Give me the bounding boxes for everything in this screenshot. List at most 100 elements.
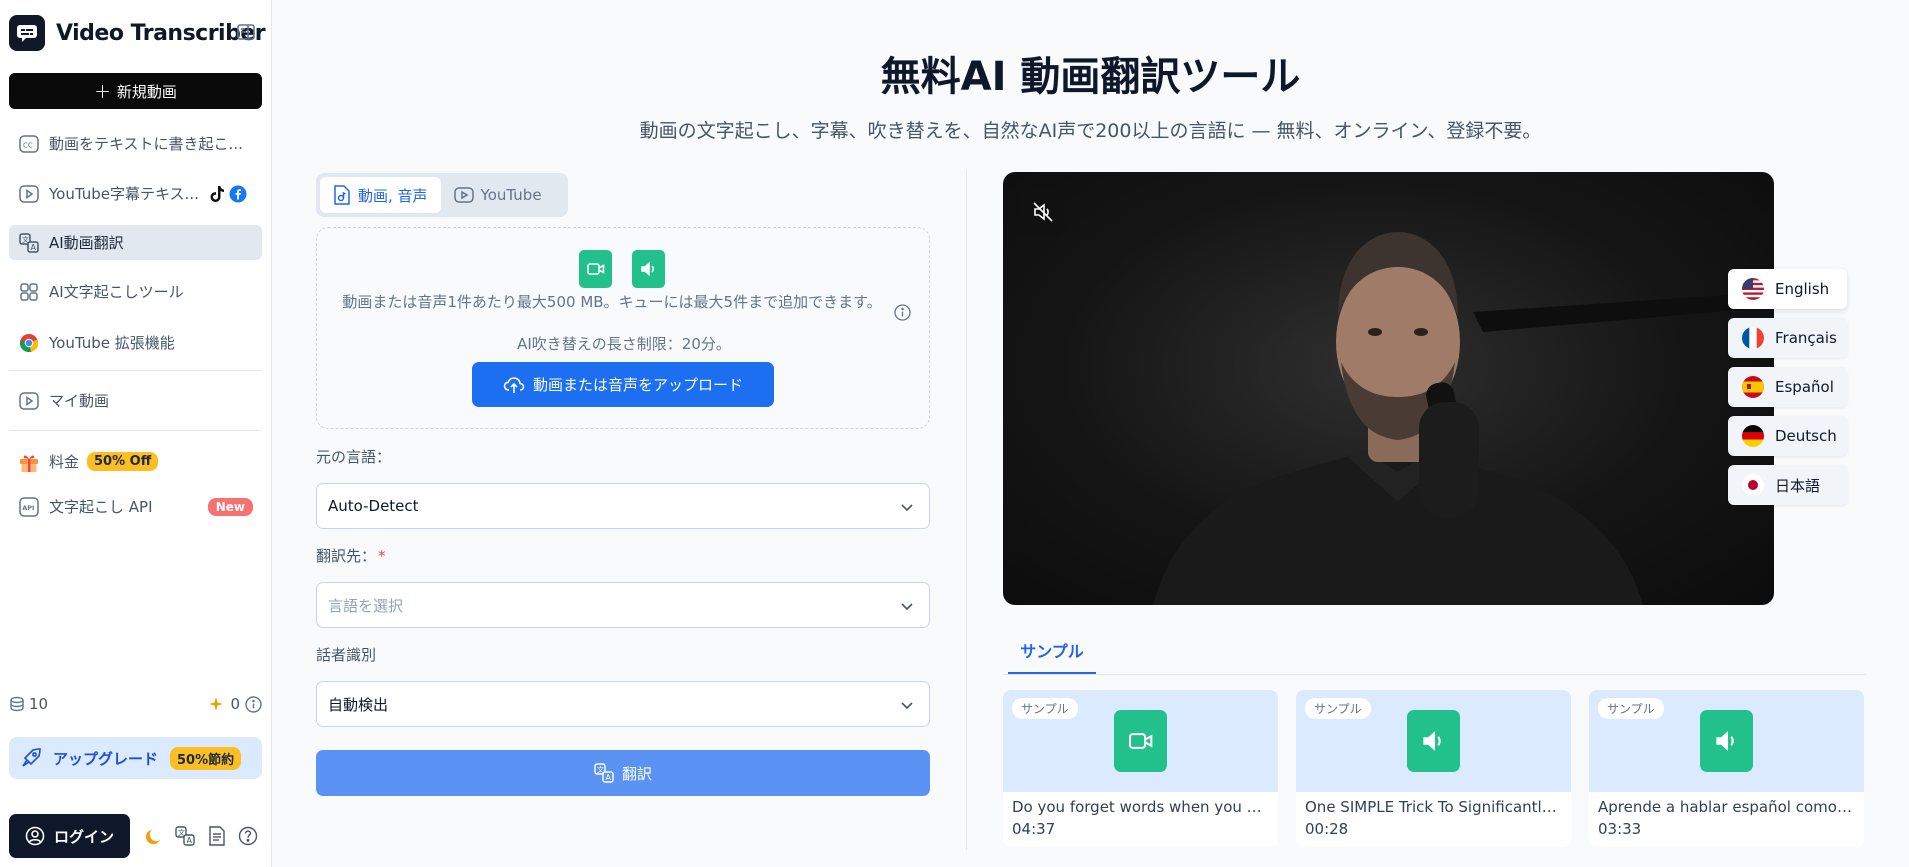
sidebar-item-youtube-extension[interactable]: YouTube 拡張機能	[9, 325, 262, 360]
tab-samples[interactable]: サンプル	[1008, 638, 1096, 674]
upload-dropzone[interactable]: 動画または音声1件あたり最大500 MB。キューには最大5件まで追加できます。 …	[316, 227, 930, 429]
sidebar-footer: ログイン 文A	[9, 814, 262, 858]
page-subtitle: 動画の文字起こし、字幕、吹き替えを、自然なAI声で200以上の言語に — 無料、…	[639, 120, 1542, 142]
file-audio-icon	[334, 185, 350, 205]
language-option-english[interactable]: English	[1728, 269, 1847, 309]
bonus-count: 0	[230, 695, 240, 713]
info-icon[interactable]	[894, 304, 911, 325]
tab-label: 動画, 音声	[358, 186, 428, 205]
language-option-spanish[interactable]: Español	[1728, 367, 1847, 407]
svg-text:CC: CC	[23, 141, 33, 149]
video-file-icon	[18, 390, 40, 412]
gift-icon	[18, 451, 40, 473]
translate-button-label: 翻訳	[621, 764, 652, 783]
svg-text:API: API	[22, 504, 34, 512]
svg-text:文: 文	[22, 235, 29, 244]
speaker-detection-value: 自動検出	[328, 695, 389, 714]
api-icon: API	[18, 496, 40, 518]
credits-count: 10	[29, 695, 49, 713]
page-title: 無料AI 動画翻訳ツール	[880, 54, 1301, 100]
spain-flag-icon	[1742, 376, 1764, 398]
language-label: Deutsch	[1775, 427, 1837, 445]
moon-icon[interactable]	[140, 822, 168, 850]
app-logo-icon	[9, 15, 45, 51]
sample-card[interactable]: サンプル Aprende a hablar español como un...…	[1589, 690, 1864, 847]
target-language-select[interactable]: 言語を選択	[316, 582, 930, 628]
source-language-value: Auto-Detect	[328, 497, 419, 515]
info-icon[interactable]	[245, 695, 262, 713]
sample-thumbnail: サンプル	[1589, 690, 1864, 792]
sidebar-item-ai-video-translate[interactable]: 文A AI動画翻訳	[9, 225, 262, 260]
france-flag-icon	[1742, 327, 1764, 349]
sidebar-item-youtube-subtitles[interactable]: YouTube字幕テキス...	[9, 176, 262, 211]
sparkle-icon	[209, 697, 224, 711]
sidebar-item-label: 料金	[49, 453, 80, 471]
login-label: ログイン	[53, 827, 114, 846]
new-badge: New	[207, 497, 253, 516]
youtube-icon	[453, 187, 474, 203]
sidebar-item-video-to-text[interactable]: CC 動画をテキストに書き起こ...	[9, 126, 262, 161]
tab-label: YouTube	[480, 186, 542, 204]
sidebar-item-label: YouTube 拡張機能	[49, 334, 175, 352]
sample-thumbnail: サンプル	[1296, 690, 1571, 792]
upgrade-discount-badge: 50%節約	[170, 746, 242, 770]
language-label: 日本語	[1775, 476, 1821, 495]
coins-icon	[10, 696, 24, 712]
sidebar-item-label: マイ動画	[49, 392, 110, 410]
speaker-detection-select[interactable]: 自動検出	[316, 681, 930, 727]
language-switch-icon[interactable]: 文A	[171, 822, 199, 850]
sidebar-item-label: YouTube字幕テキス...	[49, 185, 199, 203]
chrome-icon	[18, 332, 40, 354]
video-file-icon	[1114, 710, 1167, 772]
tab-file-upload[interactable]: 動画, 音声	[320, 177, 441, 213]
sample-duration: 04:37	[1012, 820, 1056, 838]
sample-badge: サンプル	[1012, 698, 1078, 719]
sample-card[interactable]: サンプル One SIMPLE Trick To Significantly I…	[1296, 690, 1571, 847]
upload-button[interactable]: 動画または音声をアップロード	[472, 362, 774, 407]
help-icon[interactable]	[234, 822, 262, 850]
chevron-down-icon	[901, 702, 913, 710]
source-language-label: 元の言語：	[316, 448, 392, 466]
file-type-icons	[579, 250, 665, 288]
sidebar-collapse-icon[interactable]	[236, 22, 256, 46]
target-language-placeholder: 言語を選択	[328, 596, 404, 615]
chevron-down-icon	[901, 504, 913, 512]
tab-youtube[interactable]: YouTube	[441, 177, 555, 213]
upload-limits-text: 動画または音声1件あたり最大500 MB。キューには最大5件まで追加できます。	[342, 293, 882, 311]
sample-duration: 03:33	[1598, 820, 1642, 838]
closed-caption-icon: CC	[18, 133, 40, 155]
upgrade-button[interactable]: アップグレード 50%節約	[9, 737, 262, 779]
grid-icon	[18, 281, 40, 303]
login-button[interactable]: ログイン	[9, 814, 130, 858]
language-option-japanese[interactable]: 日本語	[1728, 465, 1847, 505]
language-option-german[interactable]: Deutsch	[1728, 416, 1847, 456]
sample-title: Do you forget words when you spe...	[1012, 798, 1278, 816]
sidebar-item-my-videos[interactable]: マイ動画	[9, 383, 262, 418]
sample-duration: 00:28	[1305, 820, 1349, 838]
language-option-french[interactable]: Français	[1728, 318, 1847, 358]
sidebar-item-api[interactable]: API 文字起こし API New	[9, 489, 262, 524]
sample-badge: サンプル	[1598, 698, 1664, 719]
demo-video[interactable]	[1003, 172, 1774, 605]
sidebar-item-pricing[interactable]: 料金 50% Off	[9, 444, 262, 479]
new-video-button[interactable]: + 新規動画	[9, 73, 262, 109]
svg-text:文: 文	[597, 765, 604, 774]
document-icon[interactable]	[203, 822, 231, 850]
plus-icon: +	[94, 79, 111, 103]
translate-button[interactable]: 文A 翻訳	[316, 750, 930, 796]
source-language-select[interactable]: Auto-Detect	[316, 483, 930, 529]
sidebar-item-ai-transcription[interactable]: AI文字起こしツール	[9, 274, 262, 309]
us-flag-icon	[1742, 278, 1764, 300]
sidebar-item-label: AI文字起こしツール	[49, 283, 184, 301]
svg-text:文: 文	[178, 828, 185, 837]
sample-card[interactable]: サンプル Do you forget words when you spe...…	[1003, 690, 1278, 847]
speaker-detection-label: 話者識別	[316, 646, 377, 664]
mute-button[interactable]	[1021, 190, 1065, 234]
sidebar: Video Transcriber + 新規動画 CC 動画をテキストに書き起こ…	[0, 0, 272, 867]
audio-file-icon	[1407, 710, 1460, 772]
brand[interactable]: Video Transcriber	[9, 15, 266, 51]
sidebar-item-label: 動画をテキストに書き起こ...	[49, 135, 243, 153]
sidebar-divider	[9, 430, 262, 431]
sample-badge: サンプル	[1305, 698, 1371, 719]
audio-file-icon	[1700, 710, 1753, 772]
